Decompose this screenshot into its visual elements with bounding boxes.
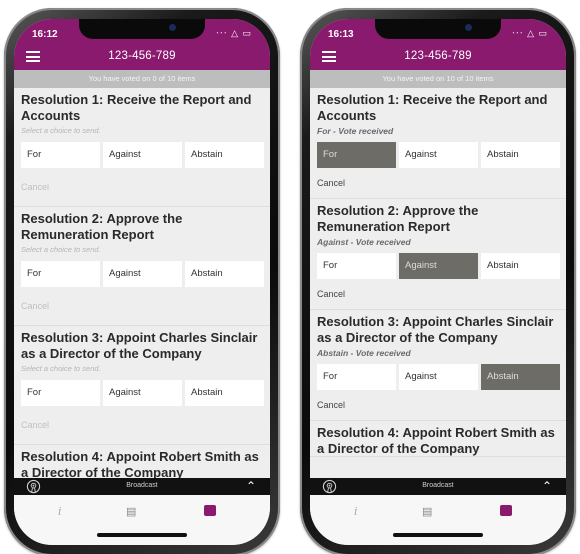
status-icons: ‧‧‧ △ ▭	[511, 28, 548, 38]
cancel-button[interactable]: Cancel	[317, 168, 560, 198]
status-time: 16:12	[32, 29, 58, 40]
choice-against-button[interactable]: Against	[103, 261, 182, 287]
resolution-item: Resolution 4: Appoint Robert Smith as a …	[310, 421, 566, 457]
resolution-title: Resolution 2: Approve the Remuneration R…	[317, 203, 479, 234]
resolution-hint: Abstain - Vote received	[317, 348, 411, 358]
choice-group: For Against Abstain	[317, 253, 560, 279]
choice-group: For Against Abstain	[21, 142, 264, 168]
choice-for-button[interactable]: For	[317, 364, 396, 390]
resolution-item: Resolution 3: Appoint Charles Sinclair a…	[310, 310, 566, 421]
choice-abstain-button[interactable]: Abstain	[185, 261, 264, 287]
choice-abstain-button[interactable]: Abstain	[481, 364, 560, 390]
chevron-up-icon[interactable]: ⌃	[542, 479, 552, 493]
cancel-button[interactable]: Cancel	[21, 287, 264, 325]
resolution-hint: Select a choice to send.	[21, 245, 101, 254]
choice-abstain-button[interactable]: Abstain	[185, 142, 264, 168]
status-icons: ‧‧‧ △ ▭	[215, 28, 252, 38]
status-time: 16:13	[328, 29, 354, 40]
app-bar: 123-456-789	[310, 44, 566, 70]
info-tab-icon[interactable]: i	[58, 505, 62, 518]
choice-group: For Against Abstain	[21, 380, 264, 406]
resolution-title: Resolution 3: Appoint Charles Sinclair a…	[317, 314, 554, 345]
choice-for-button[interactable]: For	[21, 261, 100, 287]
resolution-hint: Against - Vote received	[317, 237, 411, 247]
info-tab-icon[interactable]: i	[354, 505, 358, 518]
choice-for-button[interactable]: For	[317, 253, 396, 279]
notch	[375, 19, 501, 39]
choice-group: For Against Abstain	[317, 364, 560, 390]
chat-tab-icon[interactable]: ▤	[422, 505, 432, 518]
resolution-hint: Select a choice to send.	[21, 126, 101, 135]
meeting-id: 123-456-789	[108, 50, 176, 62]
home-indicator	[393, 533, 483, 537]
camera-icon	[169, 24, 176, 31]
choice-for-button[interactable]: For	[21, 142, 100, 168]
resolution-list: Resolution 1: Receive the Report and Acc…	[310, 88, 566, 478]
phone-screen: 16:13 ‧‧‧ △ ▭ 123-456-789 You have voted…	[310, 19, 566, 545]
tab-bar: i ▤	[310, 495, 566, 545]
resolution-title: Resolution 1: Receive the Report and Acc…	[21, 92, 252, 123]
phone-right: 16:13 ‧‧‧ △ ▭ 123-456-789 You have voted…	[300, 8, 576, 554]
broadcast-bar[interactable]: Broadcast ⌃	[14, 478, 270, 495]
choice-abstain-button[interactable]: Abstain	[185, 380, 264, 406]
resolution-list: Resolution 1: Receive the Report and Acc…	[14, 88, 270, 478]
home-indicator	[97, 533, 187, 537]
choice-group: For Against Abstain	[317, 142, 560, 168]
vote-progress: You have voted on 0 of 10 items	[14, 70, 270, 88]
choice-against-button[interactable]: Against	[399, 253, 478, 279]
phone-screen: 16:12 ‧‧‧ △ ▭ 123-456-789 You have voted…	[14, 19, 270, 545]
resolution-item: Resolution 2: Approve the Remuneration R…	[310, 199, 566, 310]
broadcast-label: Broadcast	[422, 482, 454, 489]
cancel-button[interactable]: Cancel	[21, 168, 264, 206]
chat-tab-icon[interactable]: ▤	[126, 505, 136, 518]
choice-against-button[interactable]: Against	[103, 142, 182, 168]
tab-bar: i ▤	[14, 495, 270, 545]
choice-abstain-button[interactable]: Abstain	[481, 253, 560, 279]
phone-left: 16:12 ‧‧‧ △ ▭ 123-456-789 You have voted…	[4, 8, 280, 554]
broadcast-label: Broadcast	[126, 482, 158, 489]
poll-tab-icon[interactable]	[204, 505, 216, 516]
resolution-title: Resolution 1: Receive the Report and Acc…	[317, 92, 548, 123]
camera-icon	[465, 24, 472, 31]
vote-progress: You have voted on 10 of 10 items	[310, 70, 566, 88]
cancel-button[interactable]: Cancel	[317, 390, 560, 420]
resolution-hint: Select a choice to send.	[21, 364, 101, 373]
resolution-title: Resolution 3: Appoint Charles Sinclair a…	[21, 330, 258, 361]
resolution-title: Resolution 4: Appoint Robert Smith as a …	[317, 425, 555, 456]
notch	[79, 19, 205, 39]
resolution-hint: For - Vote received	[317, 126, 394, 136]
resolution-title: Resolution 4: Appoint Robert Smith as a …	[21, 449, 259, 478]
choice-against-button[interactable]: Against	[399, 142, 478, 168]
choice-abstain-button[interactable]: Abstain	[481, 142, 560, 168]
choice-for-button[interactable]: For	[317, 142, 396, 168]
resolution-item: Resolution 1: Receive the Report and Acc…	[14, 88, 270, 207]
choice-against-button[interactable]: Against	[399, 364, 478, 390]
resolution-item: Resolution 2: Approve the Remuneration R…	[14, 207, 270, 326]
choice-against-button[interactable]: Against	[103, 380, 182, 406]
choice-for-button[interactable]: For	[21, 380, 100, 406]
app-bar: 123-456-789	[14, 44, 270, 70]
chevron-up-icon[interactable]: ⌃	[246, 479, 256, 493]
resolution-title: Resolution 2: Approve the Remuneration R…	[21, 211, 183, 242]
broadcast-bar[interactable]: Broadcast ⌃	[310, 478, 566, 495]
resolution-item: Resolution 3: Appoint Charles Sinclair a…	[14, 326, 270, 445]
cancel-button[interactable]: Cancel	[21, 406, 264, 444]
choice-group: For Against Abstain	[21, 261, 264, 287]
cancel-button[interactable]: Cancel	[317, 279, 560, 309]
resolution-item: Resolution 1: Receive the Report and Acc…	[310, 88, 566, 199]
resolution-item: Resolution 4: Appoint Robert Smith as a …	[14, 445, 270, 478]
poll-tab-icon[interactable]	[500, 505, 512, 516]
meeting-id: 123-456-789	[404, 50, 472, 62]
